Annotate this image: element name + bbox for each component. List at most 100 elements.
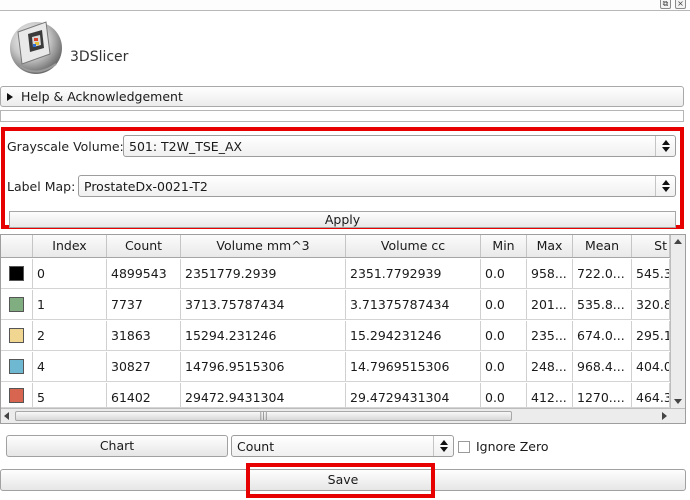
color-cell (1, 352, 33, 381)
color-swatch (9, 359, 24, 374)
volume-cc-cell: 2351.7792939 (346, 259, 481, 288)
table-row[interactable]: 2 31863 15294.231246 15.294231246 0.0 23… (1, 321, 670, 351)
scroll-left-icon[interactable] (4, 412, 9, 420)
spin-arrows-icon (655, 176, 675, 196)
spin-arrows-icon (433, 436, 453, 456)
header-min[interactable]: Min (481, 235, 527, 257)
count-cell: 4899543 (107, 259, 181, 288)
color-cell (1, 383, 33, 407)
slicer-logo-icon (10, 21, 62, 74)
table-row[interactable]: 0 4899543 2351779.2939 2351.7792939 0.0 … (1, 259, 670, 289)
std-cell: 295.1 (632, 321, 670, 350)
min-cell: 0.0 (481, 321, 527, 350)
grayscale-volume-value: 501: T2W_TSE_AX (129, 138, 243, 154)
apply-button[interactable]: Apply (9, 211, 676, 228)
index-cell: 0 (33, 259, 107, 288)
min-cell: 0.0 (481, 290, 527, 319)
table-row[interactable]: 1 7737 3713.75787434 3.71375787434 0.0 2… (1, 290, 670, 320)
volume-cc-cell: 29.4729431304 (346, 383, 481, 407)
header-volume-mm3[interactable]: Volume mm^3 (181, 235, 346, 257)
index-cell: 5 (33, 383, 107, 407)
chart-metric-value: Count (237, 438, 275, 454)
mean-cell: 722.0... (573, 259, 632, 288)
statistics-table[interactable]: Index Count Volume mm^3 Volume cc Min Ma… (0, 234, 686, 424)
header-std[interactable]: St (632, 235, 670, 257)
slicer-logo: 3DSlicer (6, 14, 136, 84)
volume-mm3-cell: 14796.9515306 (181, 352, 346, 381)
std-cell: 320.8 (632, 290, 670, 319)
label-map-value: ProstateDx-0021-T2 (84, 178, 208, 194)
chart-button[interactable]: Chart (6, 435, 228, 457)
header-count[interactable]: Count (107, 235, 181, 257)
count-cell: 31863 (107, 321, 181, 350)
min-cell: 0.0 (481, 259, 527, 288)
count-cell: 30827 (107, 352, 181, 381)
vertical-scrollbar[interactable] (670, 235, 685, 408)
volume-mm3-cell: 3713.75787434 (181, 290, 346, 319)
chart-metric-select[interactable]: Count (231, 435, 454, 457)
spin-arrows-icon (655, 136, 675, 156)
help-section-label: Help & Acknowledgement (21, 89, 183, 104)
count-cell: 7737 (107, 290, 181, 319)
expand-arrow-icon (7, 92, 13, 101)
ignore-zero-option[interactable]: Ignore Zero (458, 439, 549, 454)
mean-cell: 1270.... (573, 383, 632, 407)
color-swatch (9, 266, 24, 281)
label-map-label: Label Map: (7, 179, 76, 194)
color-cell (1, 321, 33, 350)
min-cell: 0.0 (481, 352, 527, 381)
color-cell (1, 259, 33, 288)
volume-cc-cell: 14.7969515306 (346, 352, 481, 381)
volume-cc-cell: 3.71375787434 (346, 290, 481, 319)
logo-text: 3DSlicer (70, 49, 129, 65)
max-cell: 201... (527, 290, 573, 319)
max-cell: 248... (527, 352, 573, 381)
header-index[interactable]: Index (33, 235, 107, 257)
std-cell: 545.3 (632, 259, 670, 288)
volume-cc-cell: 15.294231246 (346, 321, 481, 350)
undock-icon[interactable]: ⧉ (660, 0, 671, 9)
volume-selection-highlight: Grayscale Volume: 501: T2W_TSE_AX Label … (1, 127, 684, 229)
std-cell: 404.0 (632, 352, 670, 381)
color-swatch (9, 387, 24, 403)
index-cell: 4 (33, 352, 107, 381)
grayscale-volume-select[interactable]: 501: T2W_TSE_AX (123, 135, 676, 157)
index-cell: 2 (33, 321, 107, 350)
index-cell: 1 (33, 290, 107, 319)
max-cell: 235... (527, 321, 573, 350)
max-cell: 412... (527, 383, 573, 407)
volume-mm3-cell: 2351779.2939 (181, 259, 346, 288)
mean-cell: 674.0... (573, 321, 632, 350)
count-cell: 61402 (107, 383, 181, 407)
scroll-up-icon[interactable] (674, 239, 682, 244)
table-row[interactable]: 4 30827 14796.9515306 14.7969515306 0.0 … (1, 352, 670, 382)
top-bar: ⧉ × (0, 0, 690, 11)
save-highlight (246, 463, 435, 498)
max-cell: 958... (527, 259, 573, 288)
scrollbar-thumb[interactable]: ||| (15, 411, 512, 421)
ignore-zero-label: Ignore Zero (476, 439, 549, 454)
color-cell (1, 290, 33, 319)
scroll-right-icon[interactable] (662, 412, 667, 420)
horizontal-scrollbar[interactable]: ||| (1, 408, 685, 423)
table-header: Index Count Volume mm^3 Volume cc Min Ma… (1, 235, 670, 258)
ignore-zero-checkbox[interactable] (458, 440, 470, 453)
mean-cell: 968.4... (573, 352, 632, 381)
header-mean[interactable]: Mean (573, 235, 632, 257)
header-max[interactable]: Max (527, 235, 573, 257)
help-acknowledgement-section[interactable]: Help & Acknowledgement (0, 86, 684, 107)
scroll-down-icon[interactable] (674, 399, 682, 404)
std-cell: 464.3 (632, 383, 670, 407)
table-row[interactable]: 5 61402 29472.9431304 29.4729431304 0.0 … (1, 383, 670, 408)
color-swatch (9, 328, 24, 343)
header-volume-cc[interactable]: Volume cc (346, 235, 481, 257)
volume-mm3-cell: 29472.9431304 (181, 383, 346, 407)
label-map-select[interactable]: ProstateDx-0021-T2 (78, 175, 676, 197)
min-cell: 0.0 (481, 383, 527, 407)
close-icon[interactable]: × (675, 0, 686, 9)
header-color[interactable] (1, 235, 33, 257)
empty-panel (0, 110, 684, 122)
mean-cell: 535.8... (573, 290, 632, 319)
color-swatch (9, 297, 24, 312)
grayscale-volume-label: Grayscale Volume: (7, 139, 124, 154)
